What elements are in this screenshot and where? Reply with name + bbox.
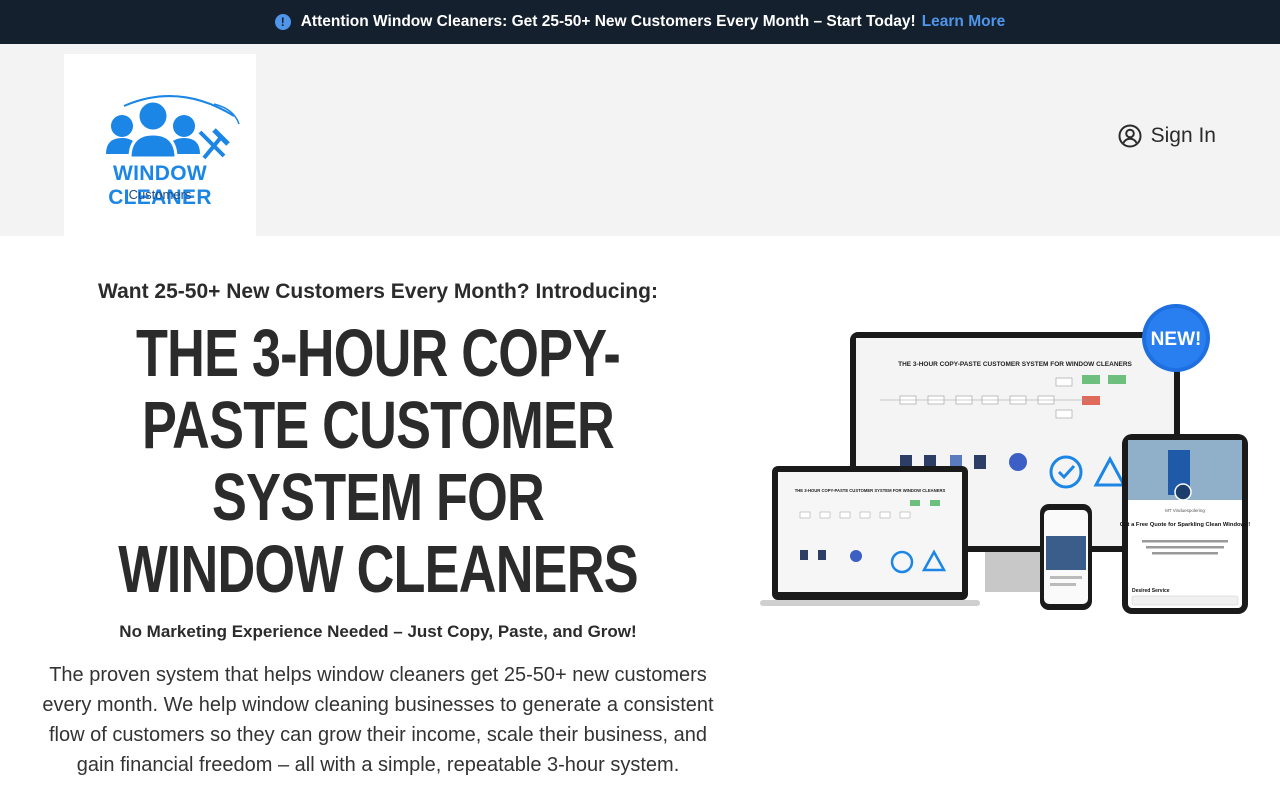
sign-in-label: Sign In — [1150, 124, 1216, 147]
logo-people-icon — [106, 95, 240, 160]
hero-headline: The 3-Hour Copy-Paste Customer System fo… — [118, 316, 638, 607]
announcement-bar: ! Attention Window Cleaners: Get 25-50+ … — [0, 0, 1280, 44]
monitor-title: THE 3-HOUR COPY-PASTE CUSTOMER SYSTEM FO… — [898, 361, 1132, 368]
pre-headline: Want 25-50+ New Customers Every Month? I… — [98, 280, 658, 303]
new-badge: NEW! — [1142, 304, 1210, 372]
tablet-field-label: Desired Service — [1132, 588, 1170, 594]
sign-in-button[interactable]: Sign In — [1118, 124, 1216, 148]
site-header: WINDOW CLEANER Customers Sign In — [0, 44, 1280, 236]
learn-more-link[interactable]: Learn More — [922, 13, 1006, 31]
user-circle-icon — [1118, 124, 1142, 148]
product-mockup-image: THE 3-HOUR COPY-PASTE CUSTOMER SYSTEM FO… — [760, 304, 1250, 614]
laptop-mockup: THE 3-HOUR COPY-PASTE CUSTOMER SYSTEM FO… — [760, 466, 980, 606]
laptop-title: THE 3-HOUR COPY-PASTE CUSTOMER SYSTEM FO… — [795, 488, 946, 493]
logo[interactable]: WINDOW CLEANER Customers — [64, 54, 256, 236]
hero-subheadline: No Marketing Experience Needed – Just Co… — [119, 622, 637, 641]
tablet-mockup: MT Vinduespolering Get a Free Quote for … — [1120, 434, 1250, 614]
info-circle-icon: ! — [274, 14, 291, 30]
phone-mockup — [1040, 504, 1092, 610]
tablet-heading: Get a Free Quote for Sparkling Clean Win… — [1120, 522, 1250, 528]
hero-body: The proven system that helps window clea… — [42, 664, 714, 776]
logo-wordmark: WINDOW CLEANER — [108, 162, 212, 209]
new-badge-label: NEW! — [1151, 329, 1202, 350]
tablet-brand: MT Vinduespolering — [1165, 508, 1205, 513]
announcement-message: Attention Window Cleaners: Get 25-50+ Ne… — [300, 13, 916, 30]
logo-subtitle: Customers — [128, 187, 192, 202]
hero-text: Want 25-50+ New Customers Every Month? I… — [40, 270, 716, 780]
